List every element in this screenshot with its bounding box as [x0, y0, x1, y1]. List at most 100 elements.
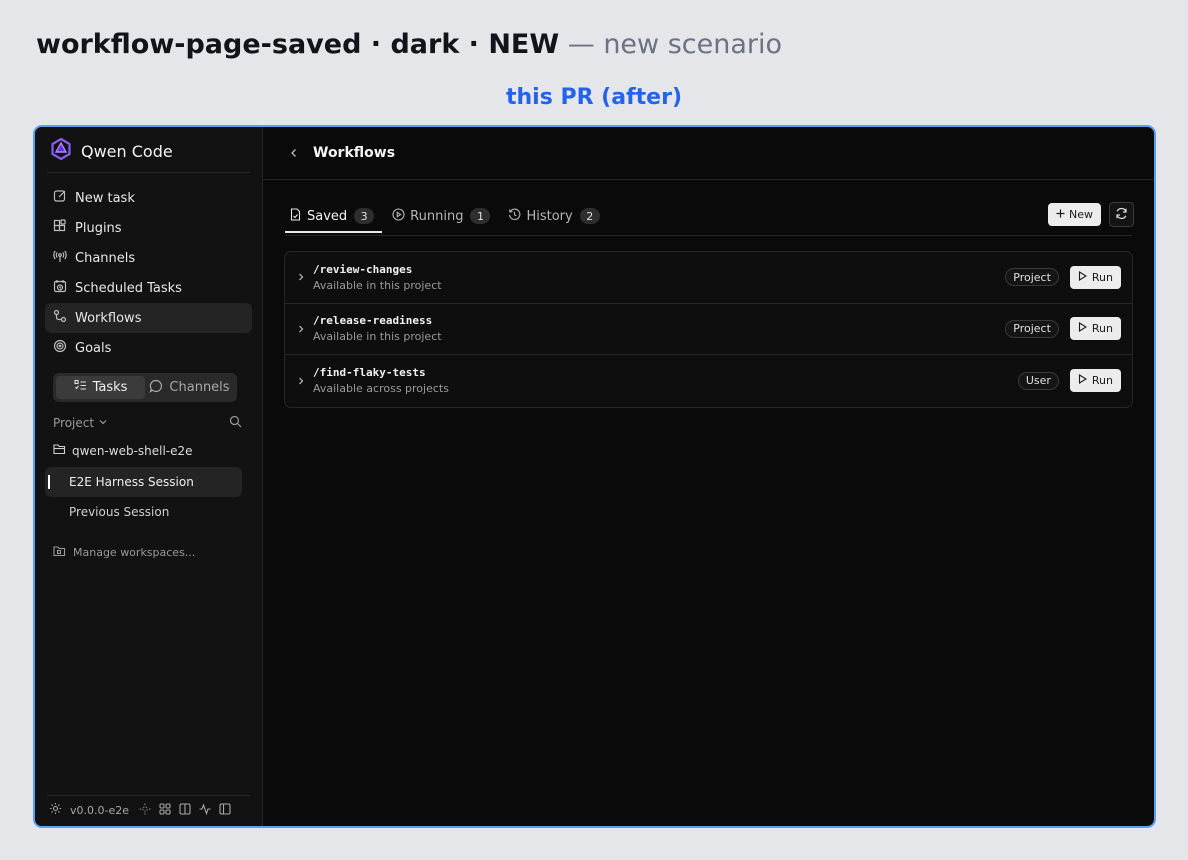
workflow-toolbar: New	[1048, 202, 1134, 227]
scope-badge: Project	[1005, 268, 1059, 287]
workflow-description: Available across projects	[313, 382, 449, 396]
new-workflow-button[interactable]: New	[1048, 203, 1101, 226]
workspace-folder[interactable]: qwen-web-shell-e2e	[53, 443, 193, 458]
sidebar-item-plugins[interactable]: Plugins	[45, 213, 252, 243]
run-label: Run	[1091, 322, 1113, 336]
workflow-tabs: Saved 3 Running 1 History 2	[284, 203, 602, 233]
new-button-label: New	[1069, 208, 1093, 221]
workflow-list: /review-changes Available in this projec…	[284, 251, 1133, 408]
sidebar-item-new-task[interactable]: New task	[45, 183, 252, 213]
play-icon	[1078, 270, 1087, 284]
sidebar-item-label: Plugins	[75, 220, 122, 236]
workflow-name: /find-flaky-tests	[313, 366, 426, 380]
sidebar-item-label: New task	[75, 190, 135, 206]
tab-running[interactable]: Running 1	[390, 203, 492, 229]
workflow-icon	[53, 309, 67, 327]
play-icon	[1078, 322, 1087, 335]
grid-apps-icon[interactable]	[159, 802, 171, 818]
sidebar-item-label: Scheduled Tasks	[75, 280, 182, 296]
sidebar-item-workflows[interactable]: Workflows	[45, 303, 252, 333]
sidebar-item-scheduled-tasks[interactable]: Scheduled Tasks	[45, 273, 252, 303]
activity-icon[interactable]	[199, 802, 211, 818]
chevron-right-icon[interactable]	[297, 376, 313, 386]
sidebar-segmented-control: Tasks Channels	[53, 373, 237, 402]
sidebar-toggle-icon[interactable]	[219, 802, 231, 818]
folder-cog-icon	[53, 545, 66, 560]
calendar-clock-icon	[53, 279, 67, 297]
main-header: Workflows	[263, 127, 1154, 180]
workflow-description: Available in this project	[313, 278, 442, 292]
project-filter-row: Project	[53, 415, 242, 431]
chevron-right-icon[interactable]	[297, 324, 313, 334]
refresh-button[interactable]	[1109, 202, 1134, 227]
sidebar-item-label: Workflows	[75, 310, 142, 326]
workflow-info: /review-changes Available in this projec…	[313, 263, 1005, 292]
tasks-list-icon	[74, 379, 87, 396]
scope-badge: Project	[1005, 319, 1059, 338]
search-icon[interactable]	[229, 415, 242, 431]
sidebar-item-channels[interactable]: Channels	[45, 243, 252, 273]
saved-file-icon	[289, 207, 302, 225]
workflow-row[interactable]: /release-readiness Available in this pro…	[285, 304, 1132, 355]
tab-count-badge: 2	[579, 208, 600, 224]
target-icon	[53, 339, 67, 357]
chat-bubble-icon	[149, 379, 163, 397]
main-panel: Workflows Saved 3 Running 1 History 2 Ne…	[263, 127, 1154, 826]
workflow-info: /find-flaky-tests Available across proje…	[313, 366, 1018, 395]
run-workflow-button[interactable]: Run	[1069, 317, 1121, 341]
page-heading: workflow-page-saved · dark · NEW — new s…	[36, 29, 782, 60]
scenario-suffix: — new scenario	[559, 29, 783, 60]
tab-count-badge: 3	[354, 208, 375, 224]
tab-label: Running	[410, 208, 464, 224]
run-label: Run	[1091, 374, 1113, 388]
active-indicator	[48, 475, 50, 489]
qwen-logo-icon	[49, 137, 73, 165]
chevron-right-icon[interactable]	[297, 272, 313, 282]
divider	[285, 235, 1132, 236]
folder-open-icon	[53, 443, 66, 458]
run-workflow-button[interactable]: Run	[1069, 369, 1121, 393]
plugin-icon	[53, 219, 67, 237]
back-chevron-icon[interactable]	[289, 144, 299, 163]
run-workflow-button[interactable]: Run	[1069, 265, 1121, 289]
workflow-description: Available in this project	[313, 330, 442, 344]
scenario-title: workflow-page-saved · dark · NEW	[36, 29, 560, 60]
tab-history[interactable]: History 2	[506, 203, 601, 229]
project-dropdown[interactable]: Project	[53, 416, 108, 430]
brand[interactable]: Qwen Code	[49, 137, 173, 165]
session-item[interactable]: Previous Session	[45, 497, 242, 527]
play-icon	[1078, 374, 1087, 387]
segment-tasks[interactable]: Tasks	[56, 376, 145, 399]
sidebar-item-label: Goals	[75, 340, 112, 356]
tab-count-badge: 1	[470, 208, 491, 224]
history-icon	[508, 208, 521, 225]
session-label: Previous Session	[69, 505, 170, 519]
sidebar: Qwen Code New task Plugins Channels Sche…	[35, 127, 263, 826]
tab-saved[interactable]: Saved 3	[284, 203, 383, 233]
sidebar-footer: v0.0.0-e2e	[49, 802, 231, 818]
manage-workspaces-label: Manage workspaces...	[73, 546, 196, 559]
chevron-down-icon	[98, 416, 108, 430]
tab-label: Saved	[307, 208, 348, 224]
play-circle-icon	[392, 207, 405, 225]
manage-workspaces-link[interactable]: Manage workspaces...	[53, 545, 195, 560]
sidebar-item-goals[interactable]: Goals	[45, 333, 252, 363]
app-name: Qwen Code	[81, 141, 173, 161]
variant-label: this PR (after)	[505, 85, 682, 110]
split-panel-icon[interactable]	[179, 802, 191, 818]
workspace-name: qwen-web-shell-e2e	[72, 443, 193, 458]
theme-sun-icon[interactable]	[139, 803, 151, 818]
divider	[47, 795, 250, 796]
workflow-name: /release-readiness	[313, 314, 433, 328]
sidebar-item-label: Channels	[75, 250, 136, 266]
run-label: Run	[1091, 270, 1113, 284]
session-label: E2E Harness Session	[69, 475, 194, 489]
segment-channels[interactable]: Channels	[145, 376, 234, 399]
refresh-icon	[1115, 205, 1128, 224]
broadcast-icon	[53, 249, 67, 267]
plus-icon	[1056, 208, 1065, 221]
session-item-active[interactable]: E2E Harness Session	[45, 467, 242, 497]
workflow-row[interactable]: /find-flaky-tests Available across proje…	[285, 355, 1132, 407]
workflow-row[interactable]: /review-changes Available in this projec…	[285, 252, 1132, 304]
settings-gear-icon[interactable]	[49, 802, 62, 818]
